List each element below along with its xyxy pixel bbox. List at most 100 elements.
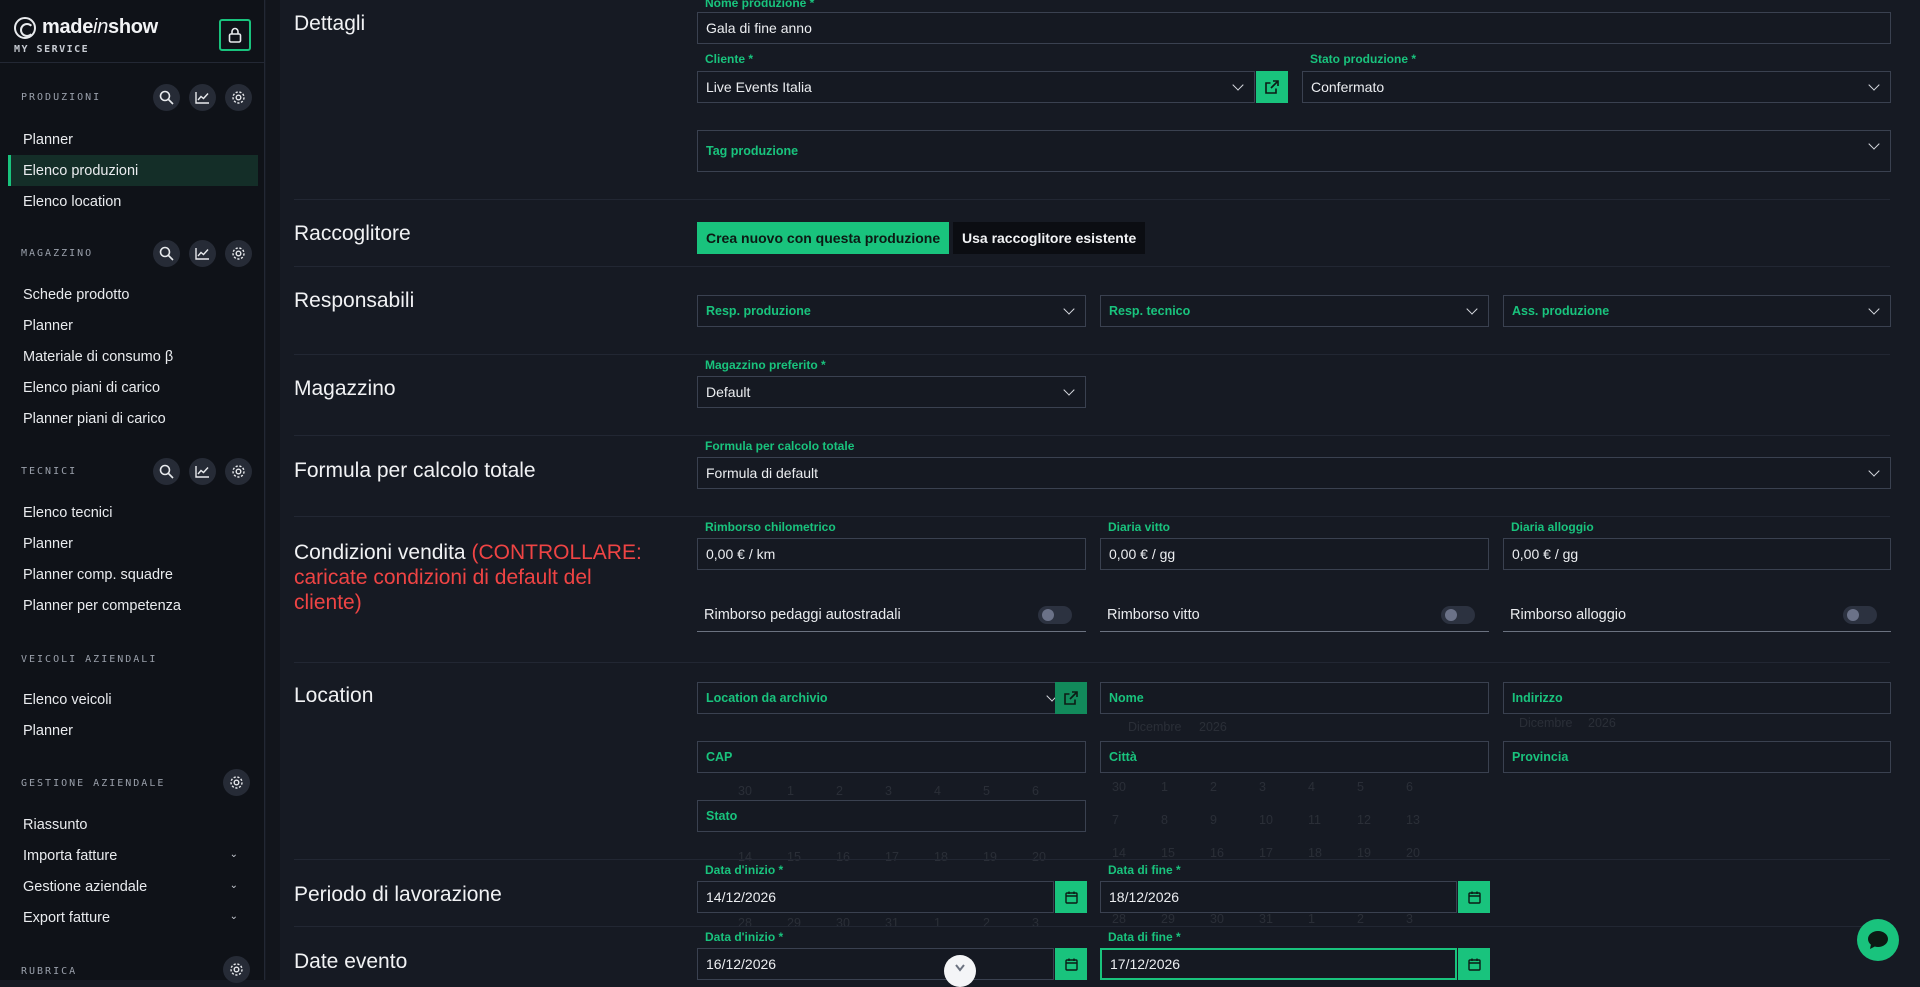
diaria-alloggio-field[interactable]: 0,00 € / gg	[1503, 538, 1891, 570]
ghost-calendar-day: 1	[1161, 780, 1168, 794]
lock-button[interactable]	[219, 19, 251, 51]
rimborso-pedaggi-toggle[interactable]	[1038, 606, 1072, 624]
sidebar-item-elenco-location[interactable]: Elenco location	[8, 186, 258, 217]
stats-button[interactable]	[189, 458, 216, 485]
search-button[interactable]	[153, 458, 180, 485]
ghost-calendar-day: 16	[836, 850, 850, 864]
stato-produzione-select[interactable]: Confermato	[1302, 71, 1891, 103]
rimborso-alloggio-row: Rimborso alloggio	[1503, 598, 1891, 632]
gear-icon	[230, 963, 243, 976]
calendar-icon	[1467, 891, 1481, 904]
stats-button[interactable]	[189, 84, 216, 111]
lock-icon	[228, 27, 242, 43]
ghost-calendar-day: 2	[1357, 912, 1364, 926]
ghost-calendar-day: 9	[1210, 813, 1217, 827]
resp-tecnico-select[interactable]: Resp. tecnico	[1100, 295, 1489, 327]
sidebar-item-planner-tecnici[interactable]: Planner	[8, 528, 258, 559]
sidebar-item-riassunto[interactable]: Riassunto	[8, 809, 258, 840]
sidebar-item-schede-prodotto[interactable]: Schede prodotto	[8, 279, 258, 310]
sidebar-item-gestione-aziendale[interactable]: Gestione aziendale ⌄	[8, 871, 258, 902]
formula-select[interactable]: Formula di default	[697, 457, 1891, 489]
stats-button[interactable]	[189, 240, 216, 267]
diaria-vitto-field[interactable]: 0,00 € / gg	[1100, 538, 1489, 570]
chat-button[interactable]	[1857, 919, 1899, 961]
stato-produzione-label: Stato produzione *	[1310, 52, 1416, 66]
location-cap-field[interactable]: CAP	[697, 741, 1086, 773]
sidebar-item-label: Export fatture	[23, 909, 111, 926]
scroll-down-button[interactable]	[944, 955, 976, 987]
section-periodo-title: Periodo di lavorazione	[294, 883, 502, 906]
ass-produzione-select[interactable]: Ass. produzione	[1503, 295, 1891, 327]
ghost-calendar-day: 6	[1406, 780, 1413, 794]
rimborso-km-field[interactable]: 0,00 € / km	[697, 538, 1086, 570]
eventi-start-field[interactable]: 16/12/2026	[697, 948, 1054, 980]
location-citta-field[interactable]: Città	[1100, 741, 1489, 773]
sidebar-item-planner[interactable]: Planner	[8, 124, 258, 155]
ghost-calendar-day: 6	[1032, 784, 1039, 798]
settings-button[interactable]	[223, 956, 250, 983]
gear-icon	[232, 247, 245, 260]
sidebar-item-elenco-piani-carico[interactable]: Elenco piani di carico	[8, 372, 258, 403]
settings-button[interactable]	[223, 769, 250, 796]
sidebar-item-planner-comp-squadre[interactable]: Planner comp. squadre	[8, 559, 258, 590]
location-nome-field[interactable]: Nome	[1100, 682, 1489, 714]
row-separator	[294, 266, 1890, 267]
tag-produzione-select[interactable]: Tag produzione	[697, 130, 1891, 172]
rimborso-vitto-toggle[interactable]	[1441, 606, 1475, 624]
nome-produzione-field[interactable]: Gala di fine anno	[697, 12, 1891, 44]
eventi-start-calendar-button[interactable]	[1055, 948, 1087, 980]
settings-button[interactable]	[225, 458, 252, 485]
external-link-icon	[1064, 691, 1078, 705]
sidebar-item-planner-veicoli[interactable]: Planner	[8, 715, 258, 746]
settings-button[interactable]	[225, 84, 252, 111]
chart-icon	[195, 248, 209, 260]
eventi-end-calendar-button[interactable]	[1458, 948, 1490, 980]
search-button[interactable]	[153, 240, 180, 267]
sidebar-item-materiale-consumo[interactable]: Materiale di consumo β	[8, 341, 258, 372]
search-button[interactable]	[153, 84, 180, 111]
sidebar-item-planner-competenza[interactable]: Planner per competenza	[8, 590, 258, 621]
periodo-end-field[interactable]: 18/12/2026	[1100, 881, 1457, 913]
section-condizioni-title: Condizioni vendita (CONTROLLARE: caricat…	[294, 540, 654, 615]
section-magazzino-actions	[153, 240, 252, 267]
ghost-calendar-day: 19	[983, 850, 997, 864]
brand-logo[interactable]: madeinshow	[14, 16, 158, 39]
sidebar-item-planner-piani-carico[interactable]: Planner piani di carico	[8, 403, 258, 434]
ghost-calendar-day: 17	[1259, 846, 1273, 860]
sidebar-gutter	[266, 0, 280, 980]
rimborso-alloggio-toggle[interactable]	[1843, 606, 1877, 624]
section-tecnici-title: TECNICI	[21, 466, 78, 477]
periodo-start-field[interactable]: 14/12/2026	[697, 881, 1054, 913]
external-link-icon	[1265, 80, 1279, 94]
sidebar-item-elenco-tecnici[interactable]: Elenco tecnici	[8, 497, 258, 528]
crea-raccoglitore-button[interactable]: Crea nuovo con questa produzione	[697, 222, 950, 254]
settings-button[interactable]	[225, 240, 252, 267]
sidebar-divider	[0, 62, 265, 63]
gear-icon	[232, 91, 245, 104]
magazzino-preferito-select[interactable]: Default	[697, 376, 1086, 408]
ghost-calendar-day: 11	[1308, 813, 1321, 827]
location-provincia-field[interactable]: Provincia	[1503, 741, 1891, 773]
usa-raccoglitore-button[interactable]: Usa raccoglitore esistente	[953, 222, 1146, 254]
location-indirizzo-field[interactable]: Indirizzo	[1503, 682, 1891, 714]
periodo-start-calendar-button[interactable]	[1055, 881, 1087, 913]
open-cliente-button[interactable]	[1256, 71, 1288, 103]
location-archivio-select[interactable]: Location da archivio	[697, 682, 1069, 714]
eventi-end-field[interactable]: 17/12/2026	[1100, 948, 1457, 980]
ghost-calendar-day: 1	[787, 784, 794, 798]
resp-produzione-select[interactable]: Resp. produzione	[697, 295, 1086, 327]
sidebar-item-importa-fatture[interactable]: Importa fatture ⌄	[8, 840, 258, 871]
row-separator	[294, 199, 1890, 200]
location-stato-field[interactable]: Stato	[697, 800, 1086, 832]
sidebar-item-export-fatture[interactable]: Export fatture ⌄	[8, 902, 258, 933]
sidebar-item-elenco-veicoli[interactable]: Elenco veicoli	[8, 684, 258, 715]
ghost-calendar-day: 3	[1406, 912, 1413, 926]
periodo-end-calendar-button[interactable]	[1458, 881, 1490, 913]
nome-produzione-label: Nome produzione *	[705, 0, 815, 10]
sidebar-item-planner-magazzino[interactable]: Planner	[8, 310, 258, 341]
cliente-select[interactable]: Live Events Italia	[697, 71, 1255, 103]
open-location-button[interactable]	[1055, 682, 1087, 714]
periodo-end-label: Data di fine *	[1108, 863, 1181, 877]
sidebar-item-elenco-produzioni[interactable]: Elenco produzioni	[8, 155, 258, 186]
ghost-calendar-day: 7	[1112, 813, 1119, 827]
